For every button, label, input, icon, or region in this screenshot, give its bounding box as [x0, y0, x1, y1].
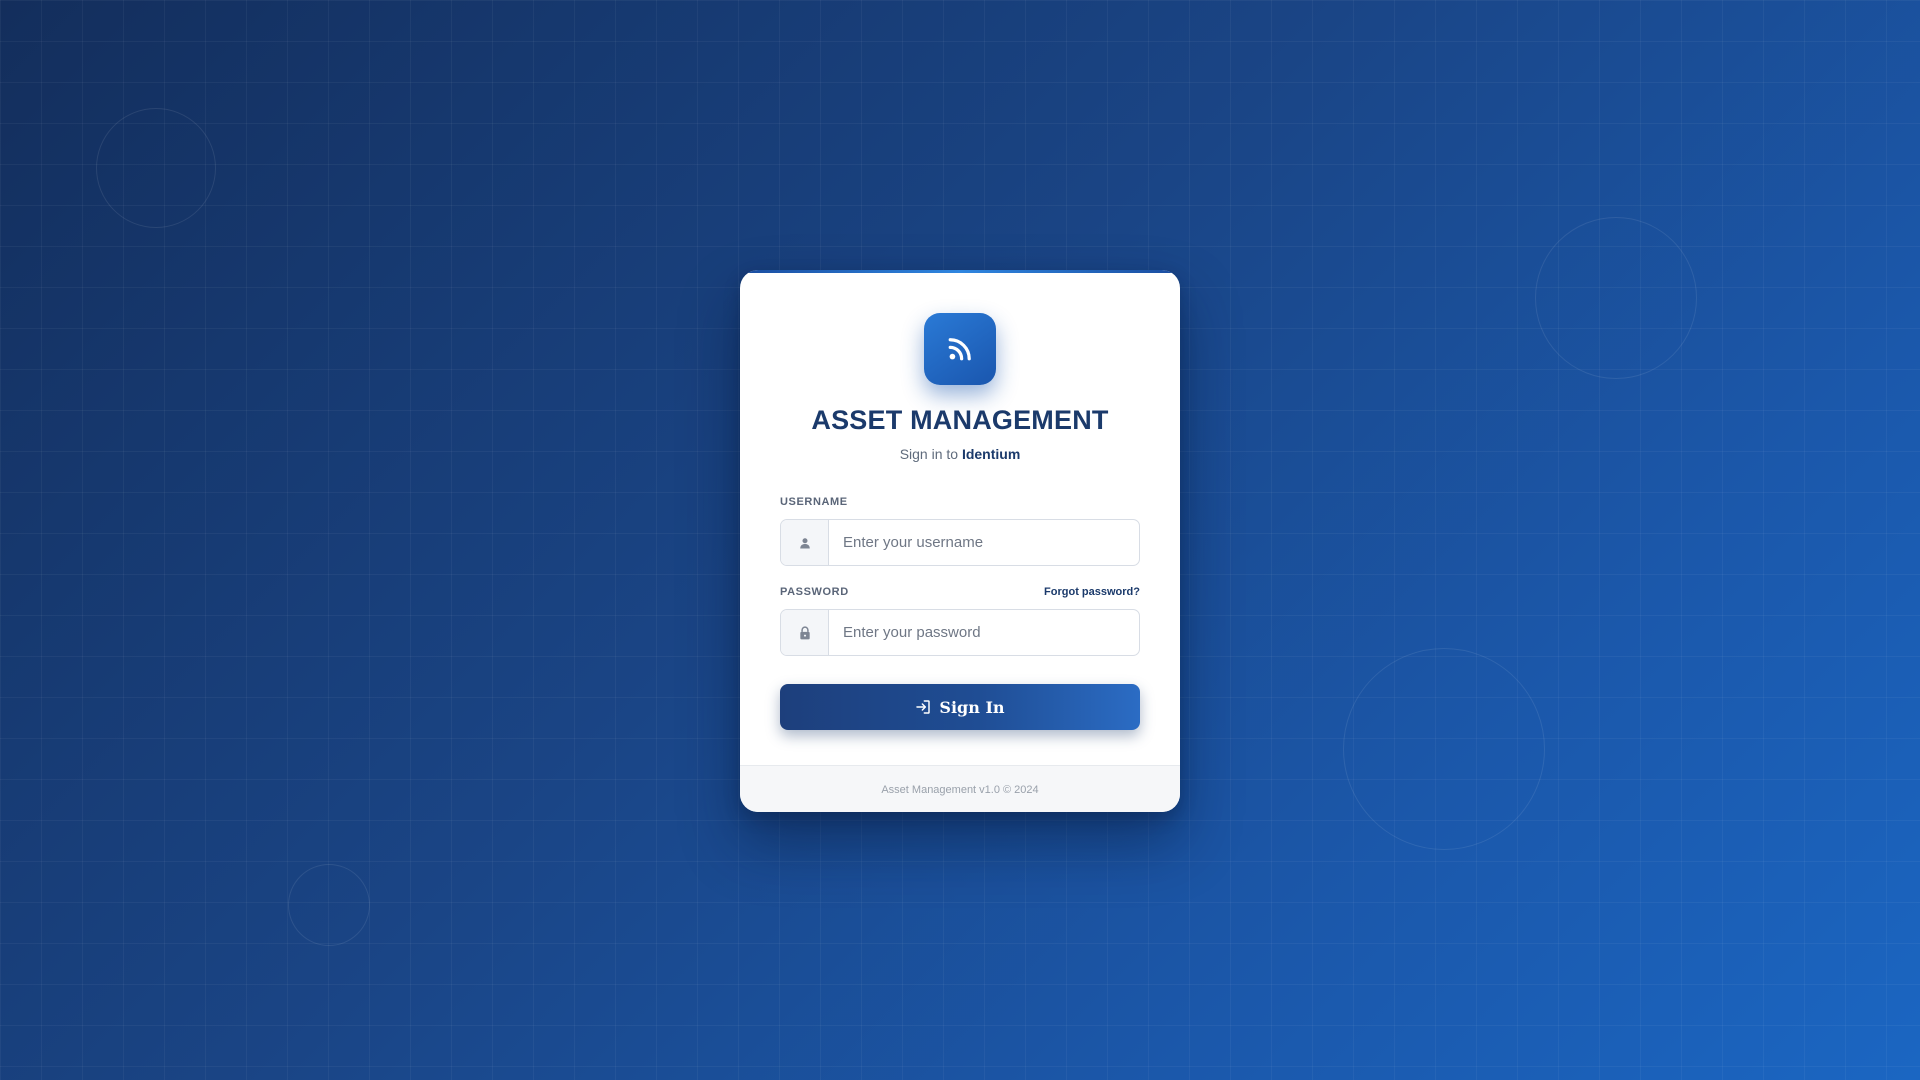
rss-feed-icon: [948, 338, 971, 361]
decorative-circle: [96, 108, 216, 228]
username-input-group: [780, 519, 1140, 566]
password-input[interactable]: [829, 610, 1139, 655]
lock-icon: [799, 625, 810, 639]
username-input[interactable]: [829, 520, 1139, 565]
decorative-circle: [288, 864, 370, 946]
page-background: ASSET MANAGEMENT Sign in to Identium USE…: [0, 0, 1920, 1080]
sign-in-label: Sign In: [939, 697, 1005, 717]
username-icon-box: [781, 520, 829, 565]
sign-in-icon: [916, 700, 931, 714]
password-icon-box: [781, 610, 829, 655]
user-icon: [799, 537, 810, 548]
app-logo: [924, 313, 996, 385]
app-title: ASSET MANAGEMENT: [811, 405, 1109, 435]
footer-text: Asset Management v1.0 © 2024: [881, 783, 1039, 796]
password-input-group: [780, 609, 1140, 656]
card-footer: Asset Management v1.0 © 2024: [740, 765, 1180, 812]
forgot-password-link[interactable]: Forgot password?: [1044, 586, 1140, 598]
login-card: ASSET MANAGEMENT Sign in to Identium USE…: [740, 270, 1180, 812]
username-label: USERNAME: [780, 496, 848, 508]
subtitle-brand: Identium: [961, 446, 1021, 462]
login-subtitle: Sign in to Identium: [740, 446, 1180, 462]
decorative-circle: [1343, 648, 1545, 850]
decorative-circle: [1535, 217, 1697, 379]
password-label: PASSWORD: [780, 586, 849, 598]
card-accent-bar: [740, 270, 1180, 273]
sign-in-button[interactable]: Sign In: [780, 684, 1140, 730]
subtitle-prefix: Sign in to: [899, 446, 959, 462]
